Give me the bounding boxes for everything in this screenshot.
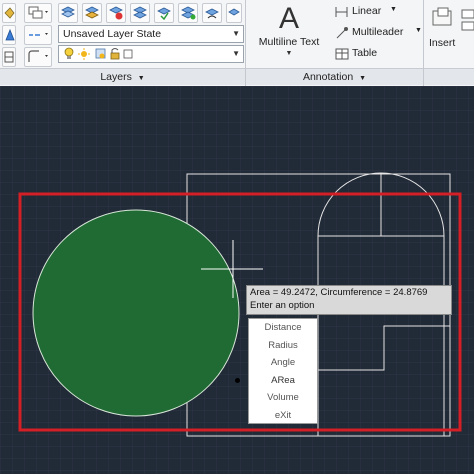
dynamic-input-tooltip: Area = 49.2472, Circumference = 24.8769 … [246,285,452,315]
layer-state-dropdown[interactable]: Unsaved Layer State ▼ [58,25,244,43]
layer-copy-icon [28,6,48,19]
shape-icon [28,50,48,62]
chevron-down-icon: ▼ [415,27,422,34]
multiline-text-label: Multiline Text [258,36,320,48]
layer-match-icon [181,6,196,20]
layer-icon-button-2[interactable] [82,3,102,23]
menu-item-distance[interactable]: Distance [249,319,317,337]
layer-lock-icon [157,7,171,21]
copy-tool-button[interactable] [24,3,52,23]
multileader-button[interactable]: Multileader ▼ [332,24,424,42]
annotation-panel-footer[interactable]: Annotation ▼ [246,68,423,85]
layer-properties-icons [64,47,133,60]
multileader-label: Multileader [352,26,404,38]
layer-tool-button-2[interactable] [2,25,16,45]
layer-icon-button-5[interactable] [154,3,174,23]
annotation-panel-label: Annotation [302,71,354,83]
table-label: Table [352,47,378,59]
layer-icon-button-3[interactable] [106,3,126,23]
layers-panel-footer[interactable]: Layers ▼ [0,68,245,85]
selected-circle[interactable] [32,209,240,417]
chevron-down-icon: ▼ [285,50,293,57]
insert-block-button[interactable]: Insert [426,0,474,66]
linetype-tool-button[interactable] [24,25,52,45]
drawing-canvas[interactable] [0,86,474,474]
menu-item-label: ARea [271,374,295,386]
insert-label: Insert [429,37,456,49]
layer-isolate-icon [133,6,147,19]
layer-icon-button-1[interactable] [58,3,78,23]
chevron-down-icon: ▼ [232,49,240,58]
layer-stack-icon [61,6,75,18]
layer-color-swatch-icon [123,49,133,59]
layer-tool-button-3[interactable] [2,47,16,67]
triangle-icon [5,28,15,41]
sun-icon [78,48,90,60]
layer-icon-button-8[interactable] [226,3,242,23]
area-result-text: Area = 49.2472, Circumference = 24.8769 [250,287,428,298]
chevron-down-icon: ▼ [232,29,240,38]
table-button[interactable]: Table [332,45,424,63]
table-icon [335,48,349,60]
lightbulb-icon [64,47,74,59]
block-tool-icon [461,9,474,31]
menu-item-label: Volume [267,392,299,403]
menu-item-radius[interactable]: Radius [249,337,317,355]
unlock-icon [110,48,120,60]
menu-item-label: Distance [264,322,302,333]
menu-item-area[interactable]: ARea [235,372,317,390]
measure-option-menu: Distance Radius Angle ARea Volume eXit [235,318,318,425]
layer-walk-icon [85,6,99,19]
layer-icon-button-4[interactable] [130,3,150,23]
ribbon: Unsaved Layer State ▼ ▼ A Multiline Text… [0,0,474,87]
layer-extra-icon [228,8,240,16]
linetype-icon [29,33,48,36]
chevron-down-icon: ▼ [137,75,145,82]
multiline-text-button[interactable]: A Multiline Text ▼ [252,0,326,66]
layer-tool-button-1[interactable] [2,3,16,23]
layer-tool-icon [4,7,15,19]
chevron-down-icon: ▼ [390,6,397,13]
insert-panel-footer[interactable] [424,68,474,85]
linear-label: Linear [352,5,382,17]
selected-bullet-icon [235,377,240,383]
linear-dimension-button[interactable]: Linear ▼ [332,3,424,21]
grid-icon [4,51,14,63]
insert-block-icon [432,7,452,26]
layer-freeze-icon [109,6,123,20]
current-layer-dropdown[interactable]: ▼ [58,45,244,63]
layers-panel-label: Layers [100,71,132,83]
prompt-text: Enter an option [250,299,315,311]
menu-item-exit[interactable]: eXit [249,407,317,425]
layer-icon-button-6[interactable] [178,3,198,23]
layer-icon-button-7[interactable] [202,3,222,23]
multiline-text-icon: A [278,2,299,35]
menu-item-label: eXit [274,409,292,421]
menu-item-label: Angle [270,357,296,368]
menu-item-volume[interactable]: Volume [249,389,317,407]
layer-state-value: Unsaved Layer State [63,28,162,40]
layer-previous-icon [205,8,219,19]
chevron-down-icon: ▼ [359,75,367,82]
menu-item-label: Radius [268,339,298,351]
multileader-icon [336,27,348,39]
shape-tool-button[interactable] [24,47,52,67]
linear-dimension-icon [335,7,348,17]
layer-viewport-icon [95,48,106,59]
menu-item-angle[interactable]: Angle [249,354,317,372]
